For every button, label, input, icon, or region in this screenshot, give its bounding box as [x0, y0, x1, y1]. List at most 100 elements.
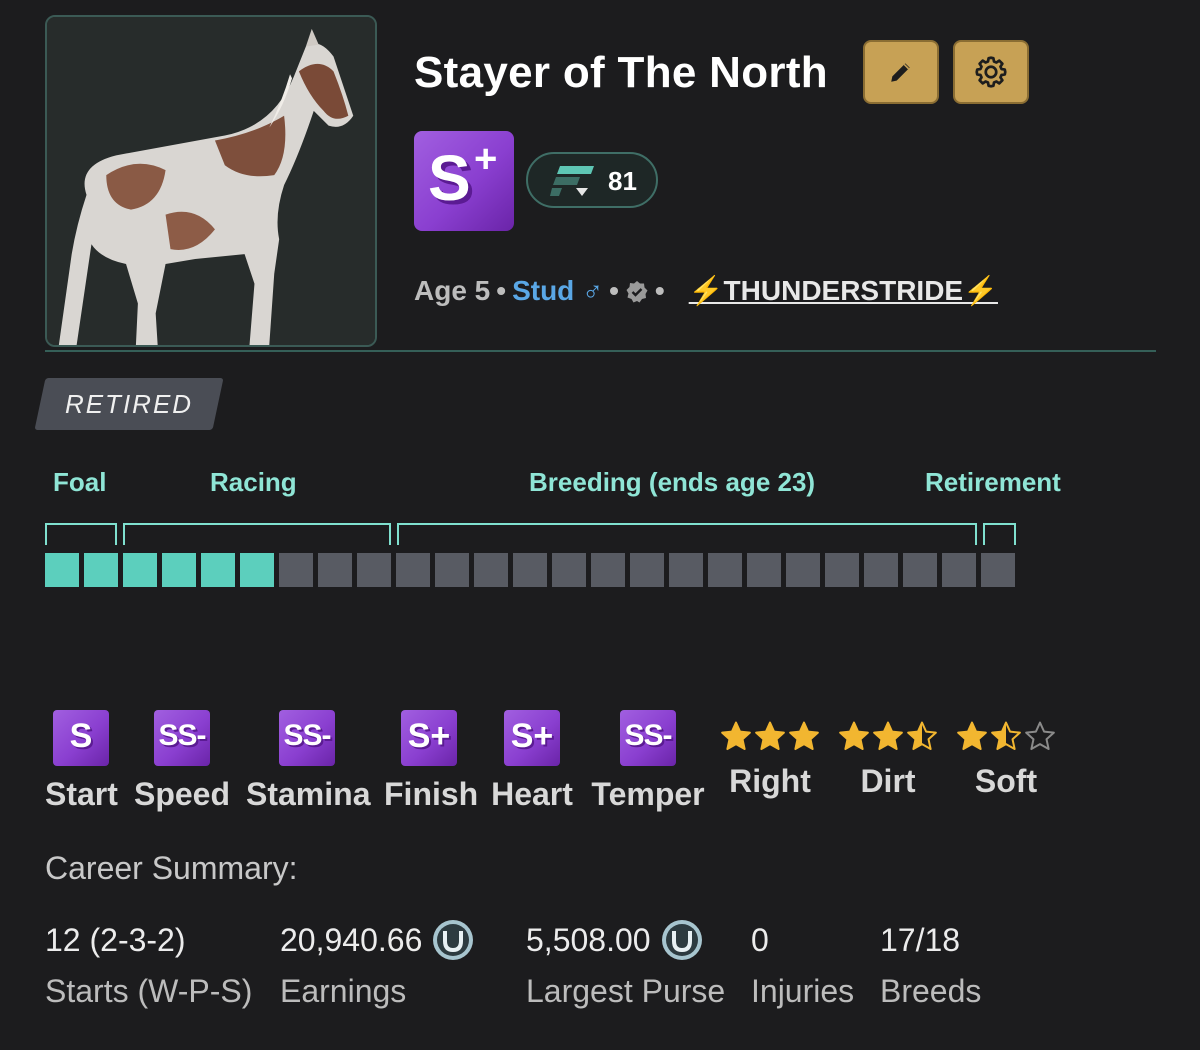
pref-surface: Dirt	[836, 720, 940, 800]
earnings-label: Earnings	[280, 973, 407, 1009]
header-divider	[45, 350, 1156, 352]
breeds-value: 17/18	[880, 922, 961, 958]
timeline-cell-empty	[708, 553, 742, 587]
timeline-cell-empty	[591, 553, 625, 587]
timeline-cell-empty	[786, 553, 820, 587]
timeline-cell-empty	[669, 553, 703, 587]
settings-button[interactable]	[953, 40, 1029, 104]
grade-badge: SS-	[279, 710, 335, 766]
grade-badge: S	[53, 710, 109, 766]
gear-icon	[975, 56, 1007, 88]
male-icon: ♂	[582, 275, 604, 306]
timeline-cell-empty	[396, 553, 430, 587]
grade-badge: SS-	[154, 710, 210, 766]
stars-icon	[721, 721, 819, 751]
rating-pill: 81	[526, 152, 658, 208]
stat-speed: SS- Speed	[133, 710, 231, 813]
stat-finish: S+ Finish	[384, 710, 478, 813]
rating-logo-icon	[550, 166, 594, 196]
breeds-label: Breeds	[880, 973, 982, 1009]
injuries-label: Injuries	[751, 973, 855, 1009]
timeline-cell-empty	[942, 553, 976, 587]
star-rating	[836, 720, 940, 759]
horse-meta-row: Age 5 • Stud ♂ • • ⚡THUNDERSTRIDE⚡	[414, 275, 998, 306]
timeline-cell-empty	[279, 553, 313, 587]
grade-badge: SS-	[620, 710, 676, 766]
timeline-cell-empty	[825, 553, 859, 587]
pref-label: Soft	[974, 763, 1038, 799]
timeline-cell-empty	[903, 553, 937, 587]
grade-text: S+	[407, 717, 451, 755]
star-icon	[957, 721, 987, 751]
stars-icon	[957, 721, 1055, 751]
largest-purse-value: 5,508.00	[526, 922, 651, 958]
grade-text: S	[69, 717, 93, 755]
timeline-cell-empty	[435, 553, 469, 587]
horse-image	[47, 17, 375, 345]
stat-temper: SS- Temper	[590, 710, 706, 813]
star-rating	[954, 720, 1058, 759]
injuries-value: 0	[751, 922, 769, 958]
stat-label: Start	[45, 776, 118, 812]
timeline-cell-filled	[123, 553, 157, 587]
bracket-retirement	[983, 523, 1016, 545]
currency-icon	[433, 919, 474, 960]
phase-label-foal: Foal	[53, 467, 107, 497]
timeline-cell-empty	[552, 553, 586, 587]
starts-label: Starts (W-P-S)	[45, 973, 253, 1009]
timeline-cell-empty	[318, 553, 352, 587]
stat-label: Stamina	[246, 776, 371, 812]
status-badge: RETIRED	[64, 389, 194, 419]
largest-purse-row: 5,508.00	[526, 919, 703, 961]
timeline-cell-empty	[474, 553, 508, 587]
earnings-value: 20,940.66	[280, 922, 423, 958]
pencil-icon	[891, 63, 910, 82]
pref-label: Right	[729, 763, 811, 799]
grade-badge: S+	[401, 710, 457, 766]
star-icon	[991, 721, 1021, 751]
stat-label: Heart	[491, 776, 573, 812]
stat-label: Speed	[133, 776, 231, 812]
grade-plus: +	[474, 137, 498, 181]
horse-portrait	[45, 15, 377, 347]
timeline-cell-empty	[357, 553, 391, 587]
timeline-cell-filled	[240, 553, 274, 587]
age-text: Age 5	[414, 275, 491, 306]
star-rating	[718, 720, 822, 759]
timeline-cell-filled	[162, 553, 196, 587]
star-icon	[721, 721, 751, 751]
grade-text: S+	[510, 717, 554, 755]
star-icon	[1025, 721, 1055, 751]
timeline-cell-empty	[981, 553, 1015, 587]
timeline-cell-filled	[201, 553, 235, 587]
bracket-breeding	[397, 523, 977, 545]
stat-label: Temper	[591, 776, 705, 812]
phase-label-retirement: Retirement	[925, 467, 1061, 497]
timeline-cell-empty	[513, 553, 547, 587]
star-icon	[873, 721, 903, 751]
star-icon	[839, 721, 869, 751]
currency-icon	[661, 919, 702, 960]
star-icon	[907, 721, 937, 751]
horse-name: Stayer of The North	[414, 48, 828, 97]
largest-purse-label: Largest Purse	[526, 973, 726, 1009]
stat-start: S Start	[45, 710, 118, 813]
grade-letter: S	[428, 142, 471, 214]
timeline-cell-filled	[84, 553, 118, 587]
grade-text: SS-	[158, 719, 206, 752]
verified-icon	[626, 281, 648, 303]
grade-text: SS-	[624, 719, 672, 752]
bracket-racing	[123, 523, 391, 545]
pref-condition: Soft	[954, 720, 1058, 800]
star-icon	[789, 721, 819, 751]
stars-icon	[839, 721, 937, 751]
phase-label-racing: Racing	[210, 467, 297, 497]
grade-text: SS-	[283, 719, 331, 752]
phase-label-breeding: Breeding (ends age 23)	[529, 467, 816, 497]
career-summary-title: Career Summary:	[45, 850, 298, 886]
timeline-cell-empty	[864, 553, 898, 587]
earnings-row: 20,940.66	[280, 919, 474, 961]
stat-heart: S+ Heart	[489, 710, 575, 813]
stable-link[interactable]: ⚡THUNDERSTRIDE⚡	[689, 275, 998, 306]
edit-button[interactable]	[863, 40, 939, 104]
